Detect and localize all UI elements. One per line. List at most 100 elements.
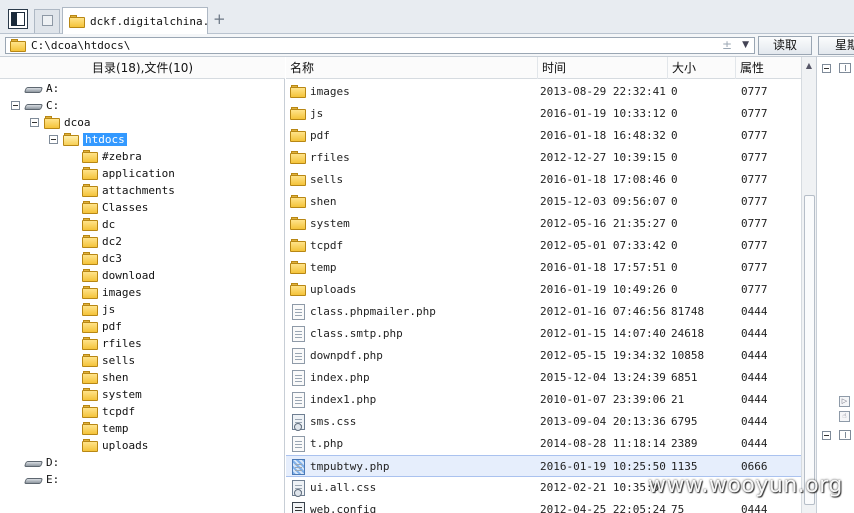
file-time: 2016-01-18 17:08:46 [540,173,666,186]
table-row[interactable]: class.smtp.php 2012-01-15 14:07:40 24618 04… [286,323,801,345]
tree-folder-item[interactable]: dc3 [82,250,122,267]
tree-node-label: Classes [102,201,149,214]
file-time: 2016-01-18 16:48:32 [540,129,666,142]
table-row[interactable]: index.php 2015-12-04 13:24:39 6851 0444 [286,367,801,389]
tree-node-label: shen [102,371,129,384]
file-attr: 0444 [741,437,768,450]
table-row[interactable]: system 2012-05-16 21:35:27 0 0777 [286,213,801,235]
collapse-toggle-icon[interactable] [11,101,20,110]
tree-drive-c[interactable]: C: [23,97,60,114]
column-time[interactable]: 时间 [538,57,668,79]
file-time: 2015-12-03 09:56:07 [540,195,666,208]
file-attr: 0444 [741,415,768,428]
tree-node-label: C: [46,99,60,112]
tab-active[interactable]: dckf.digitalchina... [62,7,208,35]
tree-folder-item[interactable]: attachments [82,182,175,199]
table-row[interactable]: pdf 2016-01-18 16:48:32 0 0777 [286,125,801,147]
tree-folder-item[interactable]: application [82,165,175,182]
file-size: 0 [671,239,678,252]
tree-node-label: images [102,286,142,299]
tree-folder-item[interactable]: dc [82,216,115,233]
drive-icon [23,101,44,111]
path-input[interactable]: C:\dcoa\htdocs\ ± ▼ [5,37,755,54]
tree-folder-dcoa[interactable]: dcoa [44,114,91,131]
tree-drive-e[interactable]: E: [23,471,59,488]
tree-folder-item[interactable]: images [82,284,142,301]
tree-folder-item[interactable]: Classes [82,199,148,216]
scrollbar-thumb[interactable] [804,195,815,505]
folder-icon [69,15,85,28]
folder-icon [82,184,98,197]
folder-icon [290,195,306,208]
table-row[interactable]: tcpdf 2012-05-01 07:33:42 0 0777 [286,235,801,257]
folder-icon [82,439,98,452]
tree-node-label: system [102,388,142,401]
tree-folder-item[interactable]: uploads [82,437,148,454]
collapse-toggle-icon[interactable] [822,64,831,73]
tree-folder-item[interactable]: system [82,386,142,403]
add-bookmark-icon[interactable]: ± [722,38,732,52]
file-time: 2015-12-04 13:24:39 [540,371,666,384]
file-size: 6795 [671,415,698,428]
php-file-icon [292,326,305,342]
file-name: rfiles [310,151,350,164]
table-row[interactable]: images 2013-08-29 22:32:41 0 0777 [286,81,801,103]
tree-folder-item[interactable]: tcpdf [82,403,135,420]
read-button[interactable]: 读取 [758,36,812,55]
tree-folder-item[interactable]: shen [82,369,129,386]
tree-drive-a[interactable]: A: [23,80,59,97]
table-row[interactable]: class.phpmailer.php 2012-01-16 07:46:56 81… [286,301,801,323]
toggle-panel-button[interactable] [8,9,28,29]
chevron-down-icon[interactable]: ▼ [742,40,749,50]
folder-icon [82,286,98,299]
tree-folder-item[interactable]: dc2 [82,233,122,250]
column-size[interactable]: 大小 [668,57,736,79]
collapse-toggle-icon[interactable] [49,135,58,144]
tree-node-label: dc [102,218,116,231]
tree-drive-d[interactable]: D: [23,454,59,471]
table-row[interactable]: shen 2015-12-03 09:56:07 0 0777 [286,191,801,213]
week-button[interactable]: 星期 [818,36,854,55]
file-attr: 0444 [741,503,768,513]
file-size: 0 [671,85,678,98]
tree-node-label: rfiles [102,337,142,350]
tree-node-label: temp [102,422,129,435]
tree-node-label: download [102,269,155,282]
vertical-scrollbar[interactable]: ▲ [801,57,816,513]
file-time: 2016-01-19 10:49:26 [540,283,666,296]
table-row[interactable]: rfiles 2012-12-27 10:39:15 0 0777 [286,147,801,169]
tree-node-label: htdocs [83,133,127,146]
new-tab-plus-icon[interactable]: + [213,10,226,28]
tree-folder-htdocs[interactable]: htdocs [63,131,127,148]
tree-folder-item[interactable]: #zebra [82,148,142,165]
tree-node-label: pdf [102,320,122,333]
play-icon[interactable]: ▷ [839,396,850,407]
tree-folder-item[interactable]: temp [82,420,129,437]
table-row[interactable]: sells 2016-01-18 17:08:46 0 0777 [286,169,801,191]
tree-folder-item[interactable]: pdf [82,318,122,335]
collapse-toggle-icon[interactable] [30,118,39,127]
tab-blank[interactable] [34,9,60,33]
file-attr: 0777 [741,261,768,274]
file-time: 2012-02-21 10:35:0 [540,481,660,494]
table-row[interactable]: uploads 2016-01-19 10:49:26 0 0777 [286,279,801,301]
table-row[interactable]: index1.php 2010-01-07 23:39:06 21 0444 [286,389,801,411]
table-row[interactable]: sms.css 2013-09-04 20:13:36 6795 0444 [286,411,801,433]
collapse-toggle-icon[interactable] [822,431,831,440]
column-name[interactable]: 名称 [286,57,538,79]
folder-icon [82,218,98,231]
tree-folder-item[interactable]: js [82,301,115,318]
column-attr[interactable]: 属性 [736,57,801,79]
table-row[interactable]: t.php 2014-08-28 11:18:14 2389 0444 [286,433,801,455]
file-time: 2016-01-18 17:57:51 [540,261,666,274]
file-name: index1.php [310,393,377,406]
tree-folder-item[interactable]: rfiles [82,335,142,352]
hand-icon[interactable]: ☝ [839,411,850,422]
tree-folder-item[interactable]: download [82,267,155,284]
table-row[interactable]: js 2016-01-19 10:33:12 0 0777 [286,103,801,125]
table-row[interactable]: temp 2016-01-18 17:57:51 0 0777 [286,257,801,279]
tree-folder-item[interactable]: sells [82,352,135,369]
scroll-up-icon[interactable]: ▲ [804,61,814,71]
table-row[interactable]: web.config 2012-04-25 22:05:24 75 0444 [286,499,801,513]
table-row[interactable]: downpdf.php 2012-05-15 19:34:32 10858 0444 [286,345,801,367]
